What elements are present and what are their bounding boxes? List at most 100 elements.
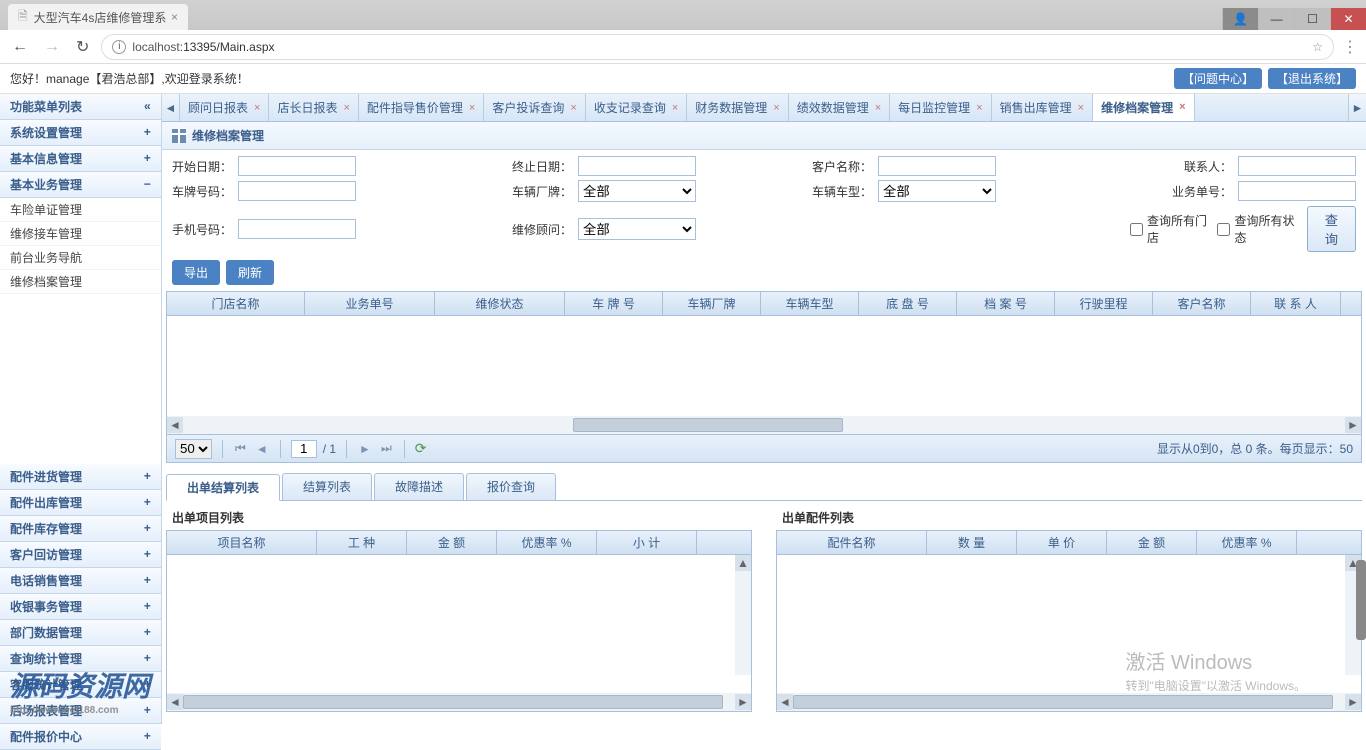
sidebar-group[interactable]: 后场报表管理+ — [0, 698, 161, 724]
right-hscroll[interactable]: ◄► — [777, 693, 1361, 711]
page-size-select[interactable]: 50 — [175, 439, 212, 459]
forward-icon[interactable]: → — [40, 38, 64, 56]
pager-refresh-icon[interactable]: ⟳ — [415, 440, 427, 457]
export-button[interactable]: 导出 — [172, 260, 220, 285]
sidebar-item[interactable]: 车险单证管理 — [0, 198, 161, 222]
column-header[interactable]: 业务单号 — [305, 292, 435, 315]
content-tab[interactable]: 顾问日报表× — [180, 94, 269, 121]
column-header[interactable]: 联 系 人 — [1251, 292, 1341, 315]
column-header[interactable]: 单 价 — [1017, 531, 1107, 554]
url-input[interactable]: i localhost: 13395/Main.aspx ☆ — [101, 34, 1334, 60]
tab-scroll-left[interactable]: ◄ — [162, 94, 180, 121]
column-header[interactable]: 项目名称 — [167, 531, 317, 554]
sub-tab[interactable]: 结算列表 — [282, 473, 372, 500]
sidebar-item[interactable]: 前台业务导航 — [0, 246, 161, 270]
tab-close-icon[interactable]: × — [875, 102, 881, 114]
prev-page-icon[interactable]: ◄ — [254, 442, 270, 456]
sidebar-item[interactable]: 维修档案管理 — [0, 270, 161, 294]
close-icon[interactable]: × — [171, 10, 178, 24]
column-header[interactable]: 金 额 — [407, 531, 497, 554]
column-header[interactable]: 小 计 — [597, 531, 697, 554]
all-status-checkbox[interactable] — [1217, 223, 1230, 236]
brand-select[interactable]: 全部 — [578, 180, 696, 202]
advisor-select[interactable]: 全部 — [578, 218, 696, 240]
content-tab[interactable]: 维修档案管理× — [1093, 94, 1194, 121]
column-header[interactable]: 优惠率 % — [1197, 531, 1297, 554]
contact-input[interactable] — [1238, 156, 1356, 176]
scroll-left-icon[interactable]: ◄ — [167, 417, 183, 433]
sidebar-group[interactable]: 配件进货管理+ — [0, 464, 161, 490]
content-tab[interactable]: 销售出库管理× — [992, 94, 1093, 121]
issue-center-button[interactable]: 【问题中心】 — [1174, 68, 1262, 89]
collapse-icon[interactable]: « — [144, 100, 151, 114]
minimize-button[interactable]: — — [1258, 8, 1294, 30]
menu-icon[interactable]: ⋮ — [1342, 37, 1358, 57]
content-tab[interactable]: 配件指导售价管理× — [359, 94, 484, 121]
sidebar-group[interactable]: 基本业务管理− — [0, 172, 161, 198]
content-tab[interactable]: 财务数据管理× — [687, 94, 788, 121]
maximize-button[interactable]: ☐ — [1294, 8, 1330, 30]
sub-tab[interactable]: 故障描述 — [374, 473, 464, 500]
column-header[interactable]: 档 案 号 — [957, 292, 1055, 315]
user-icon[interactable]: 👤 — [1222, 8, 1258, 30]
column-header[interactable]: 门店名称 — [167, 292, 305, 315]
tab-close-icon[interactable]: × — [672, 102, 678, 114]
tab-scroll-right[interactable]: ► — [1348, 94, 1366, 121]
bookmark-icon[interactable]: ☆ — [1312, 40, 1323, 54]
next-page-icon[interactable]: ► — [357, 442, 373, 456]
column-header[interactable]: 工 种 — [317, 531, 407, 554]
sub-tab[interactable]: 出单结算列表 — [166, 474, 280, 501]
content-tab[interactable]: 每日监控管理× — [890, 94, 991, 121]
sidebar-group[interactable]: 系统设置管理+ — [0, 120, 161, 146]
model-select[interactable]: 全部 — [878, 180, 996, 202]
sidebar-group[interactable]: 配件库存管理+ — [0, 516, 161, 542]
phone-input[interactable] — [238, 219, 356, 239]
content-tab[interactable]: 收支记录查询× — [586, 94, 687, 121]
tab-close-icon[interactable]: × — [343, 102, 349, 114]
page-input[interactable] — [291, 440, 317, 458]
left-hscroll[interactable]: ◄► — [167, 693, 751, 711]
plate-input[interactable] — [238, 181, 356, 201]
sidebar-group[interactable]: 电话销售管理+ — [0, 568, 161, 594]
column-header[interactable]: 优惠率 % — [497, 531, 597, 554]
column-header[interactable]: 维修状态 — [435, 292, 565, 315]
scroll-right-icon[interactable]: ► — [1345, 417, 1361, 433]
sidebar-group[interactable]: 部门数据管理+ — [0, 620, 161, 646]
sidebar-group[interactable]: 配件报价中心+ — [0, 724, 161, 750]
sidebar-group[interactable]: 查询统计管理+ — [0, 646, 161, 672]
tab-close-icon[interactable]: × — [1078, 102, 1084, 114]
column-header[interactable]: 配件名称 — [777, 531, 927, 554]
tab-close-icon[interactable]: × — [773, 102, 779, 114]
sidebar-group[interactable]: 基本信息管理+ — [0, 146, 161, 172]
grid-hscroll[interactable]: ◄ ► — [167, 416, 1361, 434]
content-tab[interactable]: 店长日报表× — [269, 94, 358, 121]
browser-tab[interactable]: 🗎 大型汽车4s店维修管理系 × — [8, 4, 188, 30]
sidebar-item[interactable]: 维修接车管理 — [0, 222, 161, 246]
start-date-input[interactable] — [238, 156, 356, 176]
page-scrollbar[interactable] — [1356, 560, 1366, 640]
info-icon[interactable]: i — [112, 40, 126, 54]
back-icon[interactable]: ← — [8, 38, 32, 56]
left-vscroll[interactable]: ▲ — [735, 555, 751, 675]
tab-close-icon[interactable]: × — [976, 102, 982, 114]
reload-icon[interactable]: ↻ — [72, 37, 93, 57]
sidebar-group[interactable]: 客服统计管理+ — [0, 672, 161, 698]
sidebar-group[interactable]: 客户回访管理+ — [0, 542, 161, 568]
tab-close-icon[interactable]: × — [254, 102, 260, 114]
sidebar-group[interactable]: 收银事务管理+ — [0, 594, 161, 620]
order-no-input[interactable] — [1238, 181, 1356, 201]
sub-tab[interactable]: 报价查询 — [466, 473, 556, 500]
column-header[interactable]: 车 牌 号 — [565, 292, 663, 315]
all-stores-checkbox[interactable] — [1130, 223, 1143, 236]
column-header[interactable]: 车辆厂牌 — [663, 292, 761, 315]
refresh-button[interactable]: 刷新 — [226, 260, 274, 285]
first-page-icon[interactable]: ⏮ — [233, 441, 248, 456]
last-page-icon[interactable]: ⏭ — [379, 441, 394, 456]
sidebar-group[interactable]: 配件出库管理+ — [0, 490, 161, 516]
column-header[interactable]: 车辆车型 — [761, 292, 859, 315]
tab-close-icon[interactable]: × — [469, 102, 475, 114]
customer-input[interactable] — [878, 156, 996, 176]
content-tab[interactable]: 客户投诉查询× — [484, 94, 585, 121]
column-header[interactable]: 金 额 — [1107, 531, 1197, 554]
column-header[interactable]: 数 量 — [927, 531, 1017, 554]
